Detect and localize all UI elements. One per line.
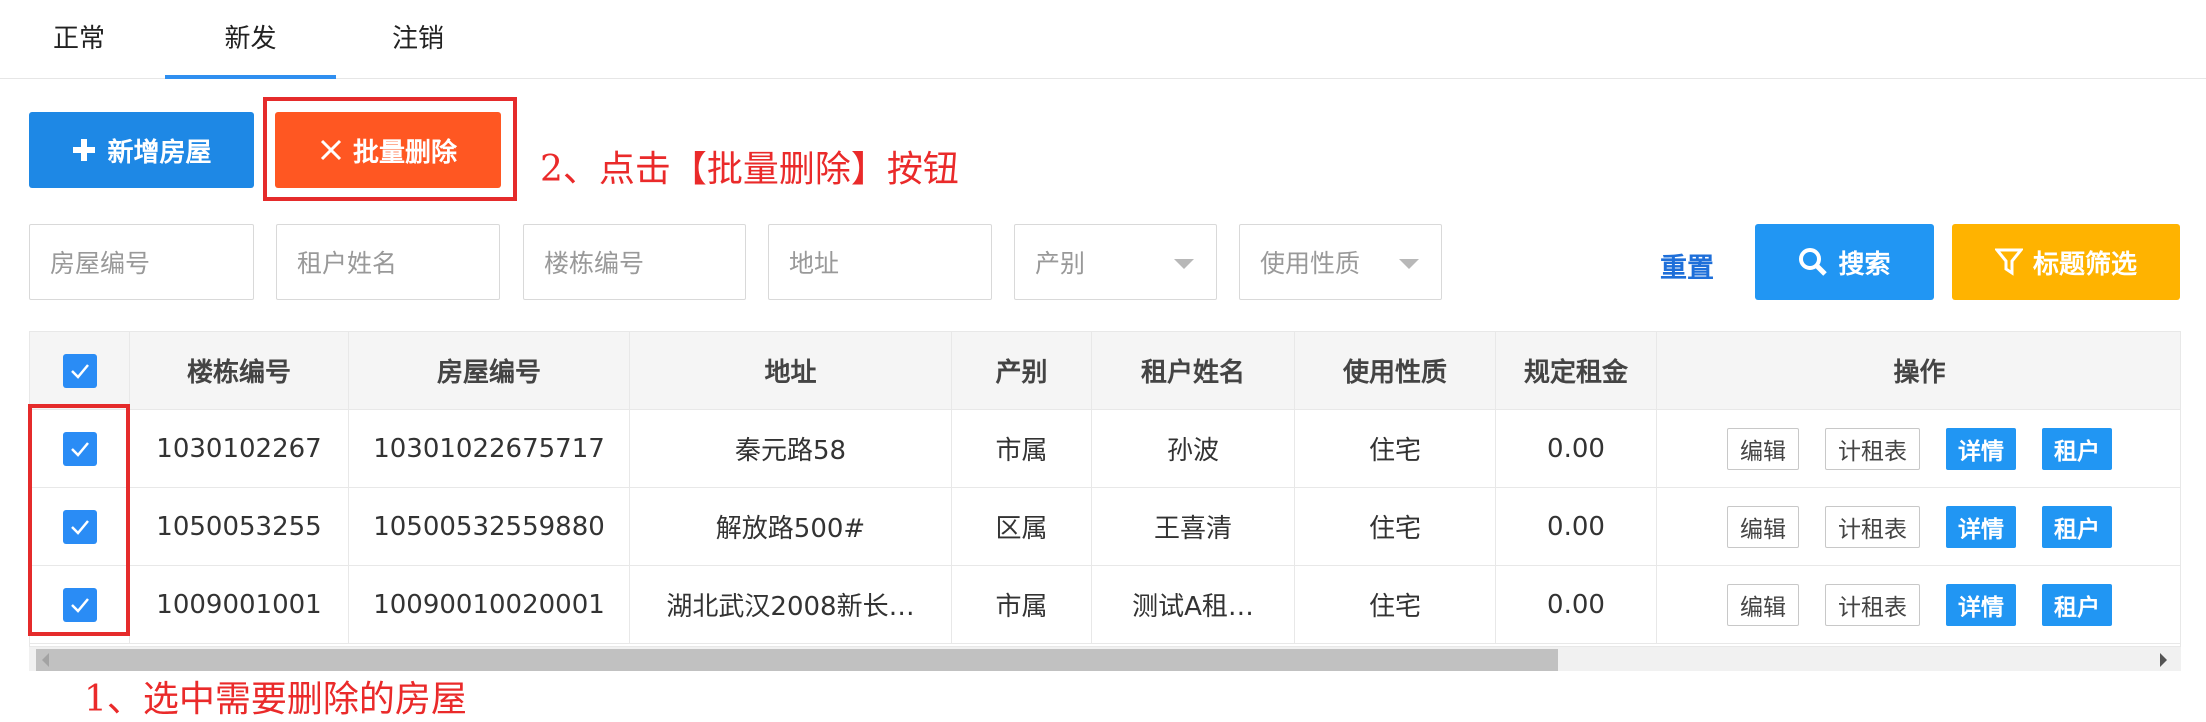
cell-property-type: 区属 xyxy=(952,488,1092,565)
cell-building-no: 1009001001 xyxy=(130,566,349,643)
cell-house-no: 10500532559880 xyxy=(349,488,630,565)
rent-sheet-button[interactable]: 计租表 xyxy=(1825,505,1920,548)
check-icon xyxy=(70,363,89,379)
rent-sheet-button[interactable]: 计租表 xyxy=(1825,427,1920,470)
cell-property-type: 市属 xyxy=(952,410,1092,487)
header-actions: 操作 xyxy=(1893,358,1946,388)
details-button[interactable]: 详情 xyxy=(1946,505,2016,548)
header-usage[interactable]: 使用性质 xyxy=(1295,332,1496,409)
building-no-input[interactable]: 楼栋编号 xyxy=(523,224,746,300)
cell-building-no: 1030102267 xyxy=(130,410,349,487)
select-all-cell xyxy=(30,332,130,409)
edit-button[interactable]: 编辑 xyxy=(1727,505,1799,548)
batch-delete-highlight-box xyxy=(263,97,517,201)
cell-address: 湖北武汉2008新长… xyxy=(630,566,952,643)
usage-placeholder: 使用性质 xyxy=(1260,249,1361,278)
table-row: 1050053255 10500532559880 解放路500# 区属 王喜清… xyxy=(30,488,2180,566)
cell-rent: 0.00 xyxy=(1496,488,1657,565)
property-type-placeholder: 产别 xyxy=(1035,249,1086,278)
tenant-button[interactable]: 租户 xyxy=(2042,427,2112,470)
house-no-input[interactable]: 房屋编号 xyxy=(29,224,254,300)
tab-cancelled[interactable]: 注销 xyxy=(385,18,451,79)
chevron-down-icon xyxy=(1399,259,1419,269)
cell-address: 秦元路58 xyxy=(630,410,952,487)
status-tabs: 正常 新发 注销 xyxy=(0,0,2206,79)
search-icon xyxy=(1799,248,1828,276)
cell-house-no: 10301022675717 xyxy=(349,410,630,487)
cell-rent: 0.00 xyxy=(1496,566,1657,643)
header-address[interactable]: 地址 xyxy=(630,332,952,409)
header-house-no[interactable]: 房屋编号 xyxy=(349,332,630,409)
building-no-placeholder: 楼栋编号 xyxy=(544,249,645,278)
cell-tenant: 孙波 xyxy=(1092,410,1295,487)
cell-usage: 住宅 xyxy=(1295,566,1496,643)
cell-tenant: 测试A租… xyxy=(1092,566,1295,643)
cell-address: 解放路500# xyxy=(630,488,952,565)
details-button[interactable]: 详情 xyxy=(1946,583,2016,626)
search-label: 搜索 xyxy=(1838,249,1891,280)
scroll-left-icon[interactable] xyxy=(42,653,49,667)
header-property-type[interactable]: 产别 xyxy=(952,332,1092,409)
plus-icon xyxy=(73,139,96,161)
table-header-row: 楼栋编号 房屋编号 地址 产别 租户姓名 使用性质 规定租金 操作 xyxy=(30,332,2180,410)
house-table: 楼栋编号 房屋编号 地址 产别 租户姓名 使用性质 规定租金 操作 103010… xyxy=(29,331,2181,647)
cell-actions: 编辑 计租表 详情 租户 xyxy=(1657,566,2180,643)
header-rent[interactable]: 规定租金 xyxy=(1496,332,1657,409)
tenant-button[interactable]: 租户 xyxy=(2042,505,2112,548)
checkbox-highlight-box xyxy=(28,404,130,636)
chevron-down-icon xyxy=(1174,259,1194,269)
cell-usage: 住宅 xyxy=(1295,488,1496,565)
tab-new[interactable]: 新发 xyxy=(165,18,336,79)
tenant-name-input[interactable]: 租户姓名 xyxy=(276,224,500,300)
table-row: 1030102267 10301022675717 秦元路58 市属 孙波 住宅… xyxy=(30,410,2180,488)
tenant-name-placeholder: 租户姓名 xyxy=(297,249,398,278)
annotation-step-2: 2、点击【批量删除】按钮 xyxy=(540,149,959,190)
address-placeholder: 地址 xyxy=(789,249,840,278)
cell-actions: 编辑 计租表 详情 租户 xyxy=(1657,410,2180,487)
usage-select[interactable]: 使用性质 xyxy=(1239,224,1442,300)
property-type-select[interactable]: 产别 xyxy=(1014,224,1217,300)
address-input[interactable]: 地址 xyxy=(768,224,992,300)
add-house-label: 新增房屋 xyxy=(107,137,212,168)
header-building-no[interactable]: 楼栋编号 xyxy=(130,332,349,409)
cell-actions: 编辑 计租表 详情 租户 xyxy=(1657,488,2180,565)
tenant-button[interactable]: 租户 xyxy=(2042,583,2112,626)
select-all-checkbox[interactable] xyxy=(62,353,97,388)
cell-usage: 住宅 xyxy=(1295,410,1496,487)
edit-button[interactable]: 编辑 xyxy=(1727,427,1799,470)
add-house-button[interactable]: 新增房屋 xyxy=(29,112,254,188)
cell-property-type: 市属 xyxy=(952,566,1092,643)
cell-tenant: 王喜清 xyxy=(1092,488,1295,565)
annotation-step-1: 1、选中需要删除的房屋 xyxy=(84,679,467,720)
reset-link[interactable]: 重置 xyxy=(1660,246,1714,285)
cell-house-no: 10090010020001 xyxy=(349,566,630,643)
title-filter-label: 标题筛选 xyxy=(2032,249,2137,280)
house-no-placeholder: 房屋编号 xyxy=(50,249,151,278)
cell-building-no: 1050053255 xyxy=(130,488,349,565)
scroll-right-icon[interactable] xyxy=(2160,653,2167,667)
search-button[interactable]: 搜索 xyxy=(1755,224,1934,300)
title-filter-button[interactable]: 标题筛选 xyxy=(1952,224,2180,300)
table-row: 1009001001 10090010020001 湖北武汉2008新长… 市属… xyxy=(30,566,2180,644)
edit-button[interactable]: 编辑 xyxy=(1727,583,1799,626)
tab-normal[interactable]: 正常 xyxy=(46,18,112,79)
rent-sheet-button[interactable]: 计租表 xyxy=(1825,583,1920,626)
filter-icon xyxy=(1994,248,2023,276)
header-tenant-name[interactable]: 租户姓名 xyxy=(1092,332,1295,409)
cell-rent: 0.00 xyxy=(1496,410,1657,487)
scrollbar-thumb[interactable] xyxy=(36,649,1558,671)
details-button[interactable]: 详情 xyxy=(1946,427,2016,470)
